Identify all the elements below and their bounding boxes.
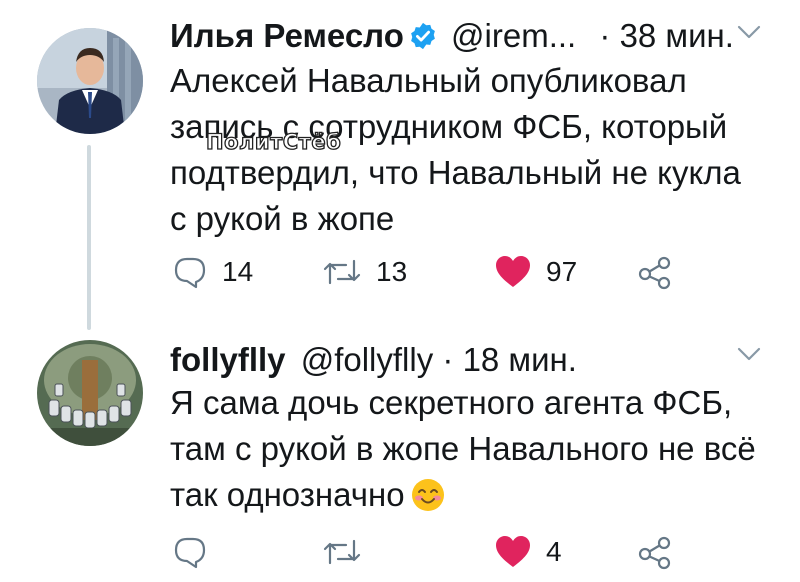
- tweet-text-line: подтвердил, что Навальный не кукла: [170, 154, 741, 191]
- tweet-1: Илья Ремесло @irem... · 38 мин. Алексей …: [0, 0, 800, 330]
- retweet-count: 13: [376, 256, 408, 287]
- avatar-follyflly[interactable]: [37, 340, 143, 446]
- tweet-actions: 14 13 97: [172, 252, 692, 292]
- tweet-text-fragment: так однозначно: [170, 476, 405, 513]
- reply-count: 14: [222, 256, 254, 287]
- like-count: 97: [546, 256, 578, 287]
- smiling-face-emoji: [411, 478, 445, 524]
- tweet-header: Илья Ремесло @irem... · 38 мин.: [170, 16, 734, 60]
- avatar-ilya[interactable]: [37, 28, 143, 134]
- reply-icon: [172, 255, 208, 289]
- author-handle[interactable]: @follyflly: [301, 341, 434, 378]
- chevron-down-icon[interactable]: [736, 24, 762, 45]
- thread-line: [87, 145, 91, 330]
- share-button[interactable]: [637, 532, 673, 572]
- tweet-text: Я сама дочь секретного агента ФСБ, там с…: [170, 380, 770, 524]
- tweet-text-line: Я сама дочь секретного агента ФСБ,: [170, 384, 733, 421]
- retweet-icon: [322, 537, 362, 567]
- like-button[interactable]: 97: [494, 252, 577, 292]
- retweet-button[interactable]: 13: [322, 252, 407, 292]
- watermark: ПолитСтёб: [205, 129, 342, 154]
- like-count: 4: [546, 536, 562, 567]
- tweet-actions: 4: [172, 532, 692, 572]
- tweet-header: follyflly @follyflly · 18 мин.: [170, 340, 577, 380]
- tweet-text-line: так однозначно: [170, 472, 770, 524]
- share-icon: [637, 534, 673, 570]
- author-name[interactable]: Илья Ремесло: [170, 17, 404, 54]
- tweet-text-line: с рукой в жопе: [170, 200, 395, 237]
- reply-button[interactable]: 14: [172, 252, 253, 292]
- retweet-icon: [322, 257, 362, 287]
- tweet-text-line: Алексей Навальный опубликовал: [170, 62, 687, 99]
- share-button[interactable]: [637, 252, 673, 292]
- separator-dot: ·: [599, 17, 611, 54]
- reply-button[interactable]: [172, 532, 222, 572]
- verified-icon: [408, 20, 438, 60]
- author-handle[interactable]: @irem...: [451, 17, 576, 54]
- like-button[interactable]: 4: [494, 532, 562, 572]
- tweet-time[interactable]: 38 мин.: [620, 17, 734, 54]
- chevron-down-icon[interactable]: [736, 346, 762, 367]
- share-icon: [637, 254, 673, 290]
- heart-icon: [494, 255, 532, 289]
- author-name[interactable]: follyflly: [170, 341, 286, 378]
- retweet-button[interactable]: [322, 532, 376, 572]
- reply-icon: [172, 535, 208, 569]
- separator-dot: ·: [442, 341, 454, 378]
- tweet-text-line: там с рукой в жопе Навального не всё: [170, 430, 756, 467]
- heart-icon: [494, 535, 532, 569]
- tweet-time[interactable]: 18 мин.: [463, 341, 577, 378]
- tweet-2: follyflly @follyflly · 18 мин. Я сама до…: [0, 318, 800, 582]
